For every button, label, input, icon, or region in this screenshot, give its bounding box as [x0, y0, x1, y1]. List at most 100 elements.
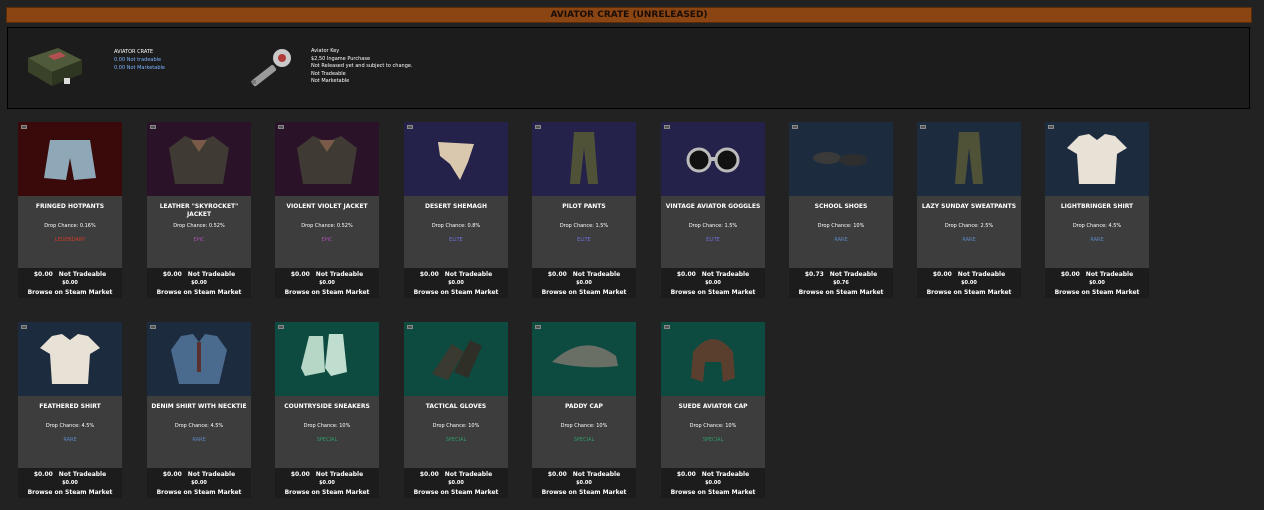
item-image[interactable]	[18, 322, 122, 396]
item-name: FEATHERED SHIRT	[39, 403, 101, 410]
item-card[interactable]: FEATHERED SHIRT Drop Chance: 4.5% RARE $…	[18, 322, 122, 498]
browse-steam-market-link[interactable]: Browse on Steam Market	[147, 489, 251, 496]
item-image[interactable]	[917, 122, 1021, 196]
item-price-row: $0.00 Not Tradeable	[18, 471, 122, 478]
item-price: $0.00	[290, 271, 310, 278]
browse-steam-market-link[interactable]: Browse on Steam Market	[18, 489, 122, 496]
browse-steam-market-link[interactable]: Browse on Steam Market	[789, 289, 893, 296]
item-rarity: SPECIAL	[573, 437, 595, 443]
item-image[interactable]	[147, 322, 251, 396]
item-footer: $0.00 Not Tradeable $0.00 Browse on Steam…	[147, 468, 251, 498]
browse-steam-market-link[interactable]: Browse on Steam Market	[275, 489, 379, 496]
item-badge	[21, 125, 27, 129]
item-card[interactable]: PADDY CAP Drop Chance: 10% SPECIAL $0.00…	[532, 322, 636, 498]
item-card[interactable]: SUEDE AVIATOR CAP Drop Chance: 10% SPECI…	[661, 322, 765, 498]
item-card[interactable]: TACTICAL GLOVES Drop Chance: 10% SPECIAL…	[404, 322, 508, 498]
item-sub-price: $0.00	[961, 280, 977, 286]
crate-marketable: 0.00 Not Marketable	[114, 65, 165, 71]
item-image[interactable]	[147, 122, 251, 196]
goggles-icon	[686, 147, 740, 173]
item-image[interactable]	[789, 122, 893, 196]
item-image[interactable]	[661, 322, 765, 396]
browse-steam-market-link[interactable]: Browse on Steam Market	[532, 489, 636, 496]
browse-steam-market-link[interactable]: Browse on Steam Market	[661, 489, 765, 496]
key-marketable: Not Marketable	[311, 78, 350, 84]
item-status: Not Tradeable	[701, 471, 750, 478]
item-rarity: ELITE	[449, 237, 463, 243]
item-card[interactable]: SCHOOL SHOES Drop Chance: 10% RARE $0.73…	[789, 122, 893, 298]
item-name: LIGHTBRINGER SHIRT	[1060, 203, 1134, 210]
item-price: $0.00	[547, 271, 567, 278]
item-status: Not Tradeable	[1085, 271, 1134, 278]
browse-steam-market-link[interactable]: Browse on Steam Market	[1045, 289, 1149, 296]
item-drop-chance: Drop Chance: 2.5%	[944, 223, 994, 229]
item-badge	[1048, 125, 1054, 129]
item-card[interactable]: DESERT SHEMAGH Drop Chance: 0.8% ELITE $…	[404, 122, 508, 298]
tshirt-icon	[1067, 134, 1127, 184]
item-price-row: $0.00 Not Tradeable	[147, 471, 251, 478]
item-drop-chance: Drop Chance: 0.8%	[431, 223, 481, 229]
item-sub-price: $0.00	[576, 480, 592, 486]
browse-steam-market-link[interactable]: Browse on Steam Market	[18, 289, 122, 296]
item-badge	[278, 325, 284, 329]
item-price-row: $0.00 Not Tradeable	[404, 271, 508, 278]
item-info: COUNTRYSIDE SNEAKERS Drop Chance: 10% SP…	[275, 396, 379, 468]
item-drop-chance: Drop Chance: 10%	[432, 423, 480, 429]
item-badge	[664, 325, 670, 329]
item-price: $0.00	[33, 471, 53, 478]
browse-steam-market-link[interactable]: Browse on Steam Market	[404, 289, 508, 296]
item-footer: $0.73 Not Tradeable $0.76 Browse on Steam…	[789, 268, 893, 298]
item-footer: $0.00 Not Tradeable $0.00 Browse on Steam…	[404, 268, 508, 298]
key-note: Not Released yet and subject to change.	[311, 63, 413, 69]
item-drop-chance: Drop Chance: 4.5%	[45, 423, 95, 429]
key-tradeable: Not Tradeable	[311, 70, 346, 77]
cap-icon	[552, 345, 618, 368]
item-info: LAZY SUNDAY SWEATPANTS Drop Chance: 2.5%…	[917, 196, 1021, 268]
browse-steam-market-link[interactable]: Browse on Steam Market	[917, 289, 1021, 296]
item-image[interactable]	[532, 322, 636, 396]
item-image[interactable]	[404, 322, 508, 396]
item-card[interactable]: LIGHTBRINGER SHIRT Drop Chance: 4.5% RAR…	[1045, 122, 1149, 298]
item-status: Not Tradeable	[572, 471, 621, 478]
item-card[interactable]: PILOT PANTS Drop Chance: 1.5% ELITE $0.0…	[532, 122, 636, 298]
item-card[interactable]: FRINGED HOTPANTS Drop Chance: 0.16% LEGE…	[18, 122, 122, 298]
browse-steam-market-link[interactable]: Browse on Steam Market	[275, 289, 379, 296]
item-name: SCHOOL SHOES	[814, 203, 868, 210]
item-card[interactable]: DENIM SHIRT WITH NECKTIE Drop Chance: 4.…	[147, 322, 251, 498]
item-price: $0.00	[162, 271, 182, 278]
item-image[interactable]	[275, 122, 379, 196]
pants-icon	[570, 132, 598, 184]
item-badge	[535, 125, 541, 129]
shorts-icon	[44, 140, 96, 180]
item-status: Not Tradeable	[315, 471, 364, 478]
item-card[interactable]: COUNTRYSIDE SNEAKERS Drop Chance: 10% SP…	[275, 322, 379, 498]
crate-tradeable: 0.00 Not tradeable	[114, 57, 162, 63]
item-image[interactable]	[1045, 122, 1149, 196]
item-status: Not Tradeable	[315, 271, 364, 278]
item-info: VIOLENT VIOLET JACKET Drop Chance: 0.52%…	[275, 196, 379, 268]
item-image[interactable]	[404, 122, 508, 196]
item-image[interactable]	[532, 122, 636, 196]
item-footer: $0.00 Not Tradeable $0.00 Browse on Steam…	[18, 268, 122, 298]
item-drop-chance: Drop Chance: 0.52%	[301, 223, 353, 229]
item-footer: $0.00 Not Tradeable $0.00 Browse on Steam…	[917, 268, 1021, 298]
item-name: VINTAGE AVIATOR GOGGLES	[665, 203, 761, 210]
item-card[interactable]: LEATHER "SKYROCKET" JACKET Drop Chance: …	[147, 122, 251, 298]
browse-steam-market-link[interactable]: Browse on Steam Market	[532, 289, 636, 296]
item-drop-chance: Drop Chance: 10%	[689, 423, 737, 429]
browse-steam-market-link[interactable]: Browse on Steam Market	[147, 289, 251, 296]
item-image[interactable]	[661, 122, 765, 196]
item-card[interactable]: VINTAGE AVIATOR GOGGLES Drop Chance: 1.5…	[661, 122, 765, 298]
item-badge	[407, 125, 413, 129]
item-price-row: $0.00 Not Tradeable	[661, 271, 765, 278]
item-card[interactable]: VIOLENT VIOLET JACKET Drop Chance: 0.52%…	[275, 122, 379, 298]
item-image[interactable]	[275, 322, 379, 396]
browse-steam-market-link[interactable]: Browse on Steam Market	[404, 489, 508, 496]
item-price: $0.00	[419, 471, 439, 478]
browse-steam-market-link[interactable]: Browse on Steam Market	[661, 289, 765, 296]
item-card[interactable]: LAZY SUNDAY SWEATPANTS Drop Chance: 2.5%…	[917, 122, 1021, 298]
item-price-row: $0.00 Not Tradeable	[661, 471, 765, 478]
item-rarity: RARE	[1090, 237, 1104, 243]
item-rarity: SPECIAL	[702, 437, 724, 443]
item-image[interactable]	[18, 122, 122, 196]
